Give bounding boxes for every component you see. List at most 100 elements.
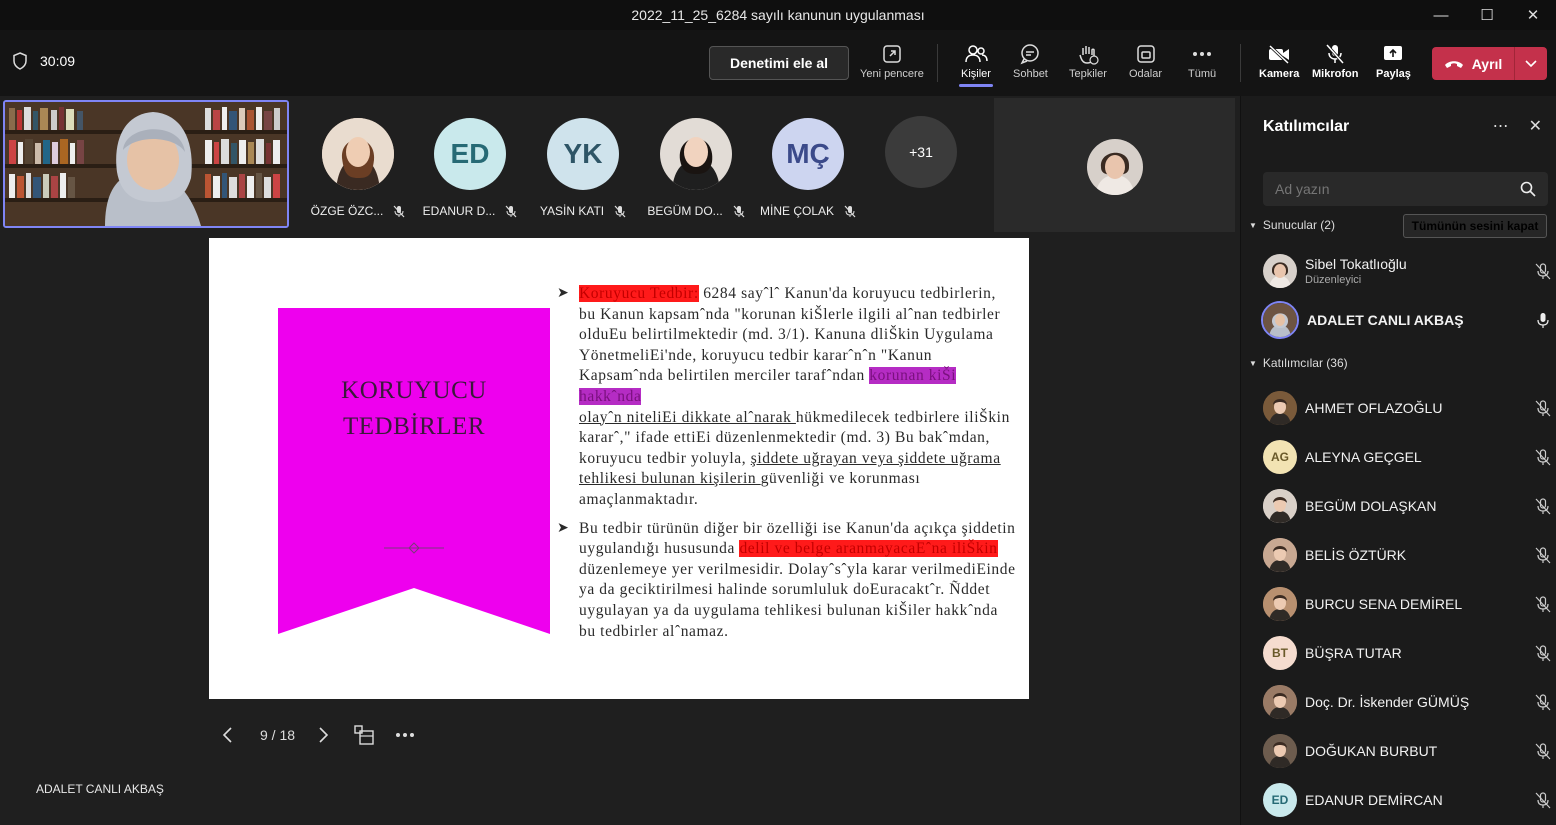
slide-page-counter: 9 / 18 <box>260 727 296 743</box>
people-button[interactable]: Kişiler <box>959 40 993 87</box>
participant-row[interactable]: BT BÜŞRA TUTAR <box>1263 633 1553 673</box>
participant-avatar: YK <box>547 118 619 190</box>
leave-main[interactable]: Ayrıl <box>1432 56 1514 72</box>
more-icon[interactable]: ⋯ <box>1493 116 1509 136</box>
participant-photo <box>1263 489 1297 523</box>
participant-row[interactable]: AHMET OFLAZOĞLU <box>1263 388 1553 428</box>
panel-actions: ⋯ ✕ <box>1493 116 1542 136</box>
chat-button[interactable]: Sohbet <box>1013 40 1048 80</box>
slide-title: KORUYUCU TEDBİRLER <box>341 377 487 440</box>
participant-info: ADALET CANLI AKBAŞ <box>1307 312 1464 328</box>
new-window-button[interactable]: Yeni pencere <box>860 40 924 80</box>
person-photo-icon <box>1263 303 1297 337</box>
presenters-section-header[interactable]: ▼ Sunucular (2) <box>1249 218 1335 232</box>
person-photo-icon <box>1263 489 1297 523</box>
bookshelf-video-frame <box>5 102 287 226</box>
title-bar: 2022_11_25_6284 sayılı kanunun uygulanma… <box>0 0 1556 30</box>
gallery-participant[interactable]: BEGÜM DO... <box>641 118 751 218</box>
slide-grid-icon[interactable] <box>353 724 375 746</box>
participant-info: ALEYNA GEÇGEL <box>1305 449 1422 465</box>
window-title: 2022_11_25_6284 sayılı kanunun uygulanma… <box>631 7 925 23</box>
shield-icon <box>13 52 27 70</box>
take-control-button[interactable]: Denetimi ele al <box>709 46 849 80</box>
participant-photo <box>1263 734 1297 768</box>
mic-off-icon <box>1533 448 1553 466</box>
microphone-button[interactable]: Mikrofon <box>1312 40 1358 80</box>
arrow-bullet-icon: ➤ <box>557 286 570 301</box>
person-photo-icon <box>1263 391 1297 425</box>
reactions-button[interactable]: Tepkiler <box>1069 40 1107 80</box>
share-icon <box>1384 46 1403 60</box>
timer-text: 30:09 <box>40 53 76 69</box>
participant-row[interactable]: DOĞUKAN BURBUT <box>1263 731 1553 771</box>
search-icon[interactable] <box>1520 181 1536 197</box>
camera-button[interactable]: Kamera <box>1259 40 1299 80</box>
more-icon[interactable] <box>395 732 415 738</box>
participant-row[interactable]: BEGÜM DOLAŞKAN <box>1263 486 1553 526</box>
slide-banner-shape <box>278 308 550 634</box>
leave-options-button[interactable] <box>1514 47 1547 80</box>
participants-panel: Katılımcılar ⋯ ✕ ▼ Sunucular (2) Tümünün… <box>1240 96 1556 825</box>
meeting-timer: 30:09 <box>12 52 75 70</box>
presenter-name: ADALET CANLI AKBAŞ <box>36 782 164 796</box>
spotlight-tile[interactable] <box>994 98 1235 232</box>
mic-off-icon <box>1533 791 1553 809</box>
more-actions-button[interactable]: Tümü <box>1188 40 1216 80</box>
meeting-toolbar: 30:09 Denetimi ele al Yeni pencere Kişil… <box>0 30 1556 96</box>
shared-slide: KORUYUCU TEDBİRLER ➤ Koruyucu Tedbir: 62… <box>209 238 1029 699</box>
mic-off-icon <box>844 205 856 217</box>
gallery-participant[interactable]: MÇ MİNE ÇOLAK <box>753 118 863 218</box>
gallery-participant[interactable]: ÖZGE ÖZC... <box>303 118 413 218</box>
more-participants-button[interactable]: +31 <box>885 116 957 188</box>
slide-body: ➤ Koruyucu Tedbir: 6284 sayˆlˆ Kanun'da … <box>557 284 1017 650</box>
caret-down-icon: ▼ <box>1249 220 1257 230</box>
mic-off-icon <box>1533 595 1553 613</box>
participant-photo <box>1263 538 1297 572</box>
participant-row[interactable]: Sibel Tokatlıoğlu Düzenleyici <box>1263 251 1553 291</box>
person-photo-icon <box>322 118 394 190</box>
rooms-icon <box>1136 45 1155 63</box>
participant-name-row: YASİN KATI <box>540 204 626 218</box>
participant-info: EDANUR DEMİRCAN <box>1305 792 1443 808</box>
pop-out-icon <box>883 45 901 63</box>
rooms-button[interactable]: Odalar <box>1129 40 1162 80</box>
mic-off-icon <box>1533 644 1553 662</box>
attendees-section-header[interactable]: ▼ Katılımcılar (36) <box>1249 356 1348 370</box>
share-button[interactable]: Paylaş <box>1376 40 1411 80</box>
camera-off-icon <box>1269 44 1290 64</box>
participant-row[interactable]: Doç. Dr. İskender GÜMÜŞ <box>1263 682 1553 722</box>
search-input[interactable] <box>1275 181 1505 197</box>
participant-name-row: BEGÜM DO... <box>647 204 745 218</box>
person-photo-icon <box>1263 685 1297 719</box>
meeting-stage: ÖZGE ÖZC... ED EDANUR D... YK YASİN KATI… <box>0 96 1238 825</box>
mute-all-button[interactable]: Tümünün sesini kapat <box>1403 214 1547 238</box>
gallery-participant[interactable]: YK YASİN KATI <box>528 118 638 218</box>
gallery-participant[interactable]: ED EDANUR D... <box>415 118 525 218</box>
close-icon[interactable]: ✕ <box>1510 0 1556 30</box>
minimize-icon[interactable]: — <box>1418 0 1464 30</box>
participant-photo <box>1261 301 1299 339</box>
participant-row[interactable]: ADALET CANLI AKBAŞ <box>1261 300 1553 340</box>
participant-row[interactable]: BURCU SENA DEMİREL <box>1263 584 1553 624</box>
leave-button[interactable]: Ayrıl <box>1432 47 1547 80</box>
maximize-icon[interactable]: ☐ <box>1464 0 1510 30</box>
participant-info: Sibel Tokatlıoğlu Düzenleyici <box>1305 256 1407 286</box>
participant-row[interactable]: AG ALEYNA GEÇGEL <box>1263 437 1553 477</box>
slide-bullet: ➤ Koruyucu Tedbir: 6284 sayˆlˆ Kanun'da … <box>557 285 1010 508</box>
person-photo-icon <box>1263 587 1297 621</box>
more-icon <box>1193 52 1212 56</box>
toolbar-divider <box>1240 44 1241 82</box>
participant-photo <box>322 118 394 190</box>
chevron-right-icon[interactable] <box>313 725 333 745</box>
presenter-video[interactable] <box>3 100 289 228</box>
participant-info: BELİS ÖZTÜRK <box>1305 547 1407 563</box>
slide-bullet: ➤ Bu tedbir türünün diğer bir özelliği i… <box>557 519 1016 640</box>
participant-row[interactable]: BELİS ÖZTÜRK <box>1263 535 1553 575</box>
participant-avatar: AG <box>1263 440 1297 474</box>
chevron-left-icon[interactable] <box>218 725 238 745</box>
panel-title: Katılımcılar <box>1263 118 1350 135</box>
participant-row[interactable]: ED EDANUR DEMİRCAN <box>1263 780 1553 820</box>
participant-name-row: ÖZGE ÖZC... <box>311 204 406 218</box>
close-icon[interactable]: ✕ <box>1529 116 1542 136</box>
participant-photo <box>660 118 732 190</box>
